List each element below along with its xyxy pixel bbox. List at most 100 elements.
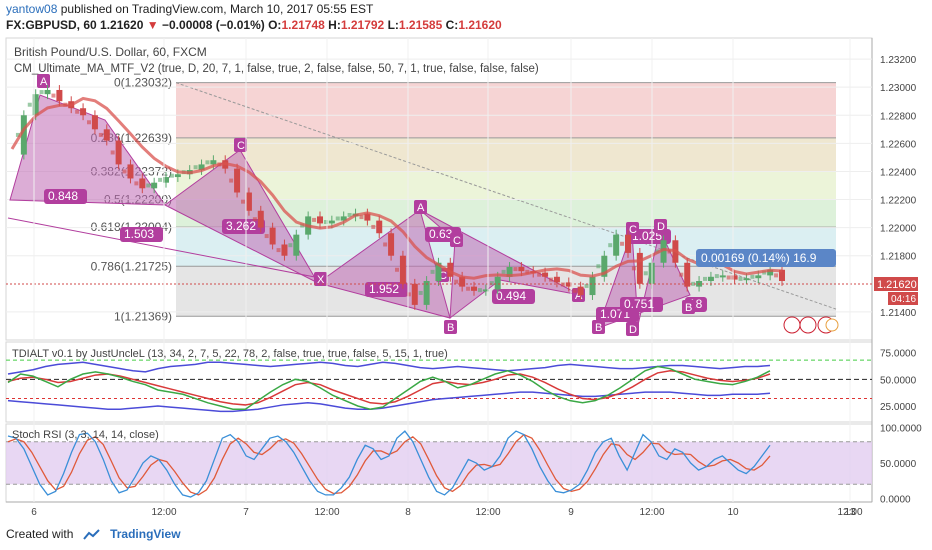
candle-body [115,140,122,165]
candle-body [371,224,376,229]
candle-body [560,282,565,287]
stoch-tick-label: 0.0000 [880,494,911,505]
candle-body [584,283,589,288]
tdi-lower-band [7,391,771,413]
candle-body [269,227,276,245]
candle-body [174,174,181,178]
time-tick-label: 12:00 [639,507,664,518]
price-tick-label: 1.23200 [880,55,917,66]
candle-body [395,267,399,272]
candle-body [122,169,127,174]
candle-body [134,181,139,186]
price-tick-label: 1.21800 [880,252,917,263]
candle-body [210,160,217,165]
fib-zone [176,171,836,200]
candle-body [714,274,719,279]
tradingview-logo-icon [82,529,100,540]
candle-body [98,132,103,137]
tdi-tick-label: 75.0000 [880,349,917,360]
price-tick-label: 1.22400 [880,167,917,178]
candle-body [241,199,245,204]
candle-body [383,242,388,247]
stoch-tick-label: 50.0000 [880,459,917,470]
candle-body [643,271,648,276]
candle-body [549,277,553,282]
candle-body [589,276,596,296]
price-tick-label: 1.22600 [880,139,917,150]
countdown: 04:16 [891,294,916,305]
candle-body [51,93,56,98]
candle-body [80,108,87,116]
candle-body [636,252,643,284]
time-tick-label: 9 [568,507,574,518]
candle-body [257,210,264,228]
candle-body [631,266,636,271]
pattern-point-label: B [685,302,692,314]
candle-body [553,276,560,283]
candle-body [151,182,158,189]
candle-body [418,290,423,295]
candle-body [613,234,620,256]
stoch-title: Stoch RSI (3, 3, 14, 14, close) [12,429,159,441]
candle-body [454,279,459,284]
pattern-point-label: D [657,221,665,233]
candle-body [423,281,430,305]
pattern-point-label: C [453,235,461,247]
candle-body [388,233,395,256]
time-tick-label: 8 [405,507,411,518]
candle-body [608,243,613,248]
candle-body [39,90,44,95]
pattern-point-label: A [417,202,425,214]
candle-body [679,272,684,277]
time-tick-label: 12:00 [151,507,176,518]
candle-body [229,178,234,183]
candle-body [234,168,241,193]
candle-body [376,220,383,234]
candle-body [127,164,134,179]
candle-body [542,272,549,277]
pattern-point-label: C [629,224,637,236]
pattern-point-label: C [237,140,245,152]
candle-body [158,177,163,182]
harmonic-ratio-label: 1.503 [124,227,154,241]
candle-body [139,178,146,189]
tdi-tick-label: 50.0000 [880,375,917,386]
candle-body [684,262,691,287]
candle-body [281,244,288,256]
harmonic-ratio-label: 3.262 [226,219,256,233]
tdi-rsi-line [7,365,771,410]
candle-body [411,283,418,305]
chart-svg[interactable]: 0(1.23032)0.236(1.22639)0.382(1.22372)0.… [0,0,932,550]
candle-body [328,220,335,224]
fib-label: 1(1.21369) [114,309,172,323]
candle-body [406,292,411,297]
candle-body [707,276,714,282]
candle-body [252,217,257,222]
candle-body [56,89,63,102]
candle-body [625,234,631,253]
event-flag-icon[interactable] [783,316,801,334]
measure-label: 0.00169 (0.14%) 16.9 [701,251,817,265]
candle-body [312,217,317,222]
event-flag-icon[interactable] [825,318,839,332]
candle-body [288,243,293,248]
time-tick-label: 13 [844,507,856,518]
candle-body [518,266,525,272]
harmonic-ratio-label: 0.848 [48,189,78,203]
event-flag-icon[interactable] [799,316,817,334]
harmonic-ratio-label: 0.751 [624,297,654,311]
candle-body [75,109,80,114]
fib-zone [176,82,836,138]
candle-body [489,281,494,286]
fib-label: 0.786(1.21725) [91,259,172,273]
candle-body [276,248,281,253]
candle-body [146,183,151,188]
candle-body [774,273,779,278]
time-tick-label: 10 [727,507,739,518]
tdi-upper-band [7,361,771,375]
candle-body [703,276,707,281]
economic-events[interactable] [783,316,839,334]
brand-link[interactable]: TradingView [110,527,180,541]
ma-indicator-title: CM_Ultimate_MA_MTF_V2 (true, D, 20, 7, 1… [14,63,539,75]
tdi-signal-line [7,370,771,406]
